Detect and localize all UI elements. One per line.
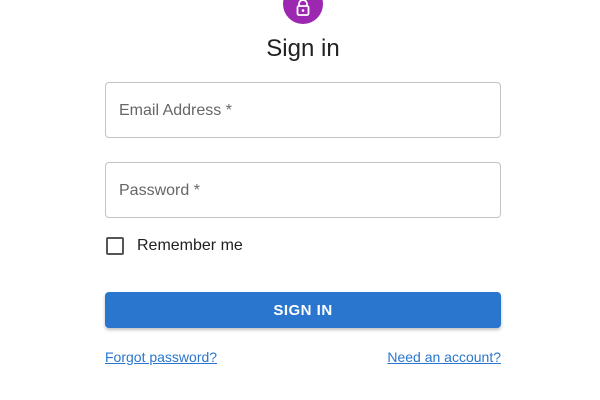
sign-in-button[interactable]: SIGN IN [105, 292, 501, 328]
remember-me-label[interactable]: Remember me [137, 237, 243, 255]
email-input[interactable] [106, 83, 500, 137]
need-account-link[interactable]: Need an account? [387, 348, 501, 366]
lock-icon [293, 0, 313, 18]
avatar [283, 0, 323, 24]
email-field[interactable]: Email Address * [105, 82, 501, 138]
password-input[interactable] [106, 163, 500, 217]
page-title: Sign in [266, 35, 340, 62]
remember-me-checkbox[interactable] [106, 237, 124, 255]
remember-me-row[interactable]: Remember me [105, 236, 243, 256]
forgot-password-link[interactable]: Forgot password? [105, 348, 217, 366]
sign-in-page: Sign in Email Address * Password * Remem… [0, 0, 600, 400]
password-field[interactable]: Password * [105, 162, 501, 218]
